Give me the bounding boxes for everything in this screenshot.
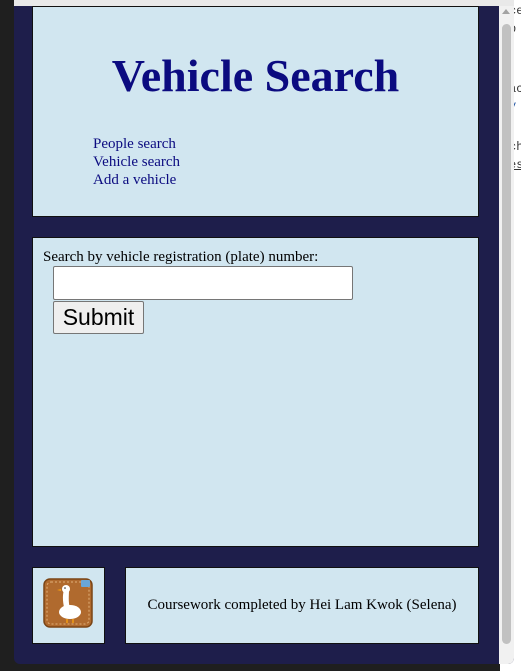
nav-link-add-vehicle[interactable]: Add a vehicle xyxy=(93,171,180,189)
page-title: Vehicle Search xyxy=(111,50,400,101)
nav-link-people-search[interactable]: People search xyxy=(93,135,180,153)
plate-search-input[interactable] xyxy=(53,266,353,300)
goose-logo-icon xyxy=(43,578,93,628)
plate-search-label: Search by vehicle registration (plate) n… xyxy=(43,249,319,265)
nav-menu: People search Vehicle search Add a vehic… xyxy=(93,135,180,189)
popup-window: Vehicle Search People search Vehicle sea… xyxy=(14,0,514,664)
scroll-up-arrow-icon[interactable] xyxy=(502,9,510,14)
scrollbar-thumb[interactable] xyxy=(502,24,511,644)
header-panel: Vehicle Search People search Vehicle sea… xyxy=(32,6,479,217)
nav-link-vehicle-search[interactable]: Vehicle search xyxy=(93,153,180,171)
footer-credit: Coursework completed by Hei Lam Kwok (Se… xyxy=(147,597,457,613)
submit-button[interactable]: Submit xyxy=(53,301,144,334)
search-panel: Search by vehicle registration (plate) n… xyxy=(32,237,479,547)
vertical-scrollbar[interactable] xyxy=(499,6,514,664)
logo-panel xyxy=(32,567,105,644)
footer-panel: Coursework completed by Hei Lam Kwok (Se… xyxy=(125,567,479,644)
